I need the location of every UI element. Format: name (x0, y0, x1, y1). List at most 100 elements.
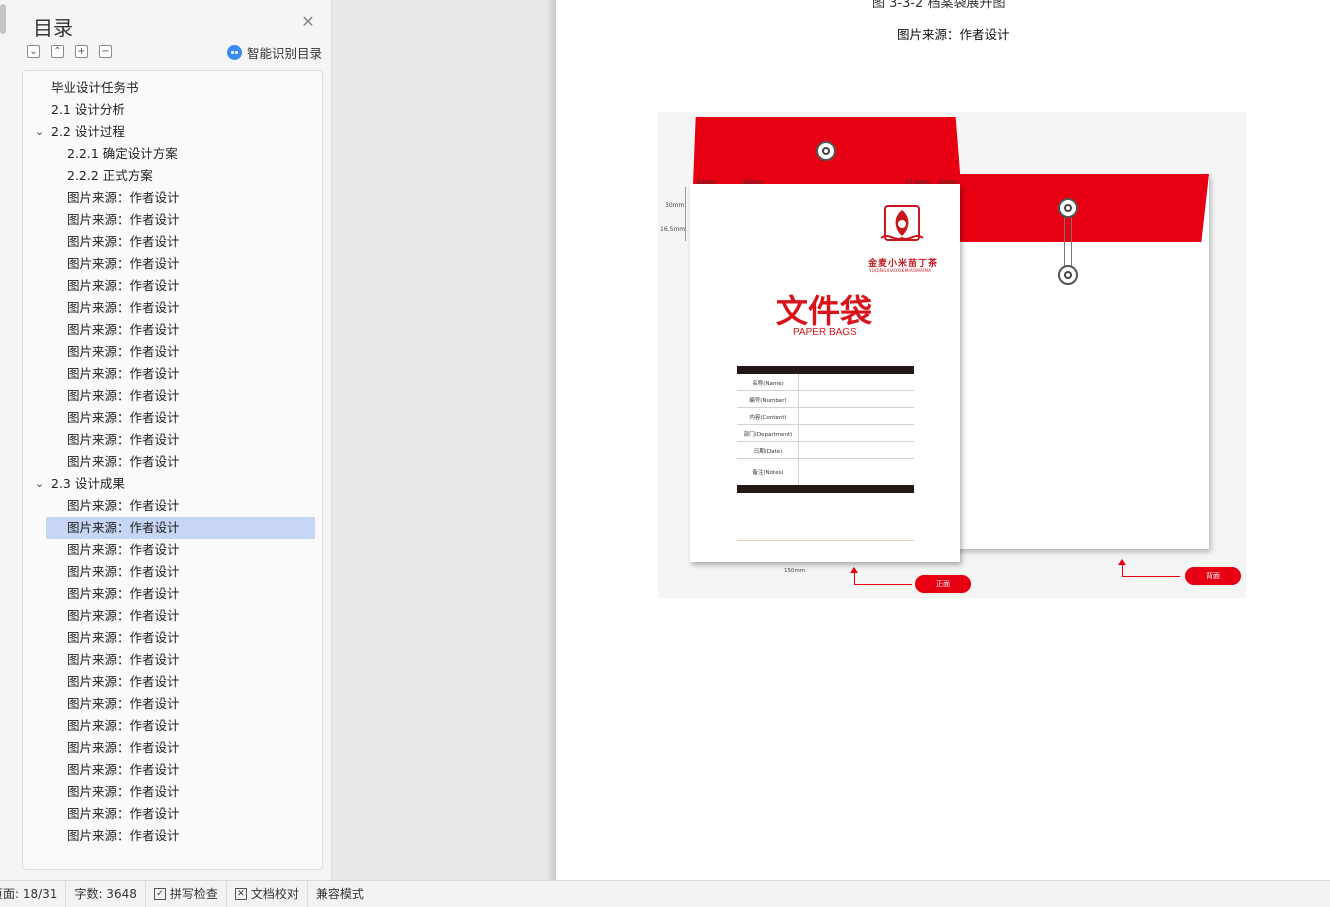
toc-item[interactable]: 图片来源：作者设计 (23, 407, 322, 429)
toc-item[interactable]: 图片来源：作者设计 (23, 429, 322, 451)
toc-item-label: 图片来源：作者设计 (67, 784, 180, 799)
expand-level-icon[interactable]: ⌃ (51, 45, 64, 58)
arrow-line (854, 584, 912, 585)
toc-item-label: 图片来源：作者设计 (67, 542, 180, 557)
form-row-label: 备注(Notes) (752, 470, 784, 476)
toc-item[interactable]: 图片来源：作者设计 (23, 297, 322, 319)
back-envelope (955, 174, 1209, 549)
envelope-form-table: 名称(Name) 编号(Number) 内容(Content) 部门(Departme… (737, 366, 914, 493)
side-dim-2: 16.5mm (660, 226, 686, 233)
front-flap: 20mm 40mm 37.5mm 20mm (693, 117, 961, 185)
toc-item[interactable]: 图片来源：作者设计 (23, 231, 322, 253)
form-separator (798, 374, 799, 390)
toc-item[interactable]: 图片来源：作者设计 (23, 803, 322, 825)
bag-title: 文件袋 (776, 292, 873, 330)
toc-item[interactable]: 图片来源：作者设计 (23, 341, 322, 363)
toc-item-label: 2.1 设计分析 (51, 102, 125, 117)
spell-check-label: 拼写检查 (169, 886, 218, 901)
toc-item[interactable]: 图片来源：作者设计 (23, 825, 322, 847)
chevron-down-icon[interactable]: ⌄ (35, 473, 44, 495)
toc-item-label: 2.2 设计过程 (51, 124, 125, 139)
page-indicator[interactable]: 页面: 18/31 (0, 880, 67, 907)
arrow-up-icon (850, 567, 858, 584)
toc-item[interactable]: 图片来源：作者设计 (23, 451, 322, 473)
toc-toolbar: ⌄ ⌃ + − (27, 45, 112, 58)
toc-item[interactable]: ⌄ 2.2 设计过程 (23, 121, 322, 143)
width-dim: 150mm (784, 568, 806, 574)
form-row: 内容(Content) (737, 408, 914, 425)
arrow-up-icon (1118, 559, 1126, 576)
document-gutter (333, 0, 556, 880)
toc-item[interactable]: 图片来源：作者设计 (23, 561, 322, 583)
toc-item[interactable]: 图片来源：作者设计 (23, 495, 322, 517)
toc-item-label: 图片来源：作者设计 (67, 388, 180, 403)
toc-item[interactable]: 图片来源：作者设计 (23, 363, 322, 385)
toc-item[interactable]: 图片来源：作者设计 (23, 187, 322, 209)
toc-item-label: 2.3 设计成果 (51, 476, 125, 491)
brand-pinyin: YUQINGXIAOXIEMIAOMAIMA (869, 268, 932, 273)
compat-mode-indicator[interactable]: 兼容模式 (308, 881, 372, 907)
toc-item[interactable]: 图片来源：作者设计 (23, 715, 322, 737)
toc-item[interactable]: 图片来源：作者设计 (46, 517, 315, 539)
proofread-button[interactable]: ✕ 文档校对 (227, 880, 308, 907)
toc-item[interactable]: 图片来源：作者设计 (23, 209, 322, 231)
toc-title: 目录 (33, 16, 73, 40)
form-row: 编号(Number) (737, 391, 914, 408)
toc-item[interactable]: 图片来源：作者设计 (23, 781, 322, 803)
toc-item[interactable]: 2.2.1 确定设计方案 (23, 143, 322, 165)
toc-item[interactable]: 图片来源：作者设计 (23, 605, 322, 627)
spell-check-button[interactable]: ✓ 拼写检查 (146, 880, 227, 907)
toc-item-label: 图片来源：作者设计 (67, 234, 180, 249)
toc-item-label: 图片来源：作者设计 (67, 762, 180, 777)
toc-item-label: 图片来源：作者设计 (67, 190, 180, 205)
toc-item[interactable]: 图片来源：作者设计 (23, 275, 322, 297)
add-heading-icon[interactable]: + (75, 45, 88, 58)
form-separator (798, 408, 799, 424)
toc-item[interactable]: ⌄ 2.3 设计成果 (23, 473, 322, 495)
toc-item-label: 图片来源：作者设计 (67, 256, 180, 271)
form-row-label: 日期(Date) (753, 449, 783, 455)
toc-item[interactable]: 图片来源：作者设计 (23, 583, 322, 605)
form-row: 备注(Notes) (737, 459, 914, 485)
toc-item[interactable]: 图片来源：作者设计 (23, 649, 322, 671)
toc-item-label: 图片来源：作者设计 (67, 740, 180, 755)
toc-item-label: 图片来源：作者设计 (67, 278, 180, 293)
close-icon[interactable]: ✕ (300, 14, 316, 30)
toc-item[interactable]: 图片来源：作者设计 (23, 539, 322, 561)
toc-item[interactable]: 图片来源：作者设计 (23, 671, 322, 693)
toc-item[interactable]: 图片来源：作者设计 (23, 759, 322, 781)
toc-item[interactable]: 毕业设计任务书 (23, 77, 322, 99)
remove-heading-icon[interactable]: − (99, 45, 112, 58)
toc-item-label: 图片来源：作者设计 (67, 652, 180, 667)
collapse-all-icon[interactable]: ⌄ (27, 45, 40, 58)
toc-item-label: 图片来源：作者设计 (67, 674, 180, 689)
smart-toc-button[interactable]: 智能识别目录 (227, 43, 322, 62)
toc-item-label: 图片来源：作者设计 (67, 344, 180, 359)
toc-item-label: 图片来源：作者设计 (67, 718, 180, 733)
form-rows: 名称(Name) 编号(Number) 内容(Content) 部门(Departme… (737, 374, 914, 485)
panel-scrollbar[interactable] (0, 4, 6, 34)
toc-item-label: 图片来源：作者设计 (67, 630, 180, 645)
toc-item[interactable]: 2.1 设计分析 (23, 99, 322, 121)
form-row-label: 部门(Department) (743, 432, 793, 438)
toc-item-label: 图片来源：作者设计 (67, 806, 180, 821)
toc-list-container[interactable]: 毕业设计任务书 2.1 设计分析 ⌄ 2.2 设计过程 2.2.1 确定设计方案 2.2.… (22, 70, 323, 870)
toc-panel: 目录 ✕ ⌄ ⌃ + − 智能识别目录 毕业设计任务书 2.1 设计分析 ⌄ 2.2 … (0, 0, 332, 880)
toc-item[interactable]: 2.2.2 正式方案 (23, 165, 322, 187)
document-page[interactable]: 图 3-3-2 档案袋展开图 图片来源：作者设计 20mm 40mm 37.5m… (556, 0, 1330, 880)
toc-item[interactable]: 图片来源：作者设计 (23, 627, 322, 649)
form-row: 日期(Date) (737, 442, 914, 459)
grommet-icon (1058, 198, 1078, 218)
toc-item[interactable]: 图片来源：作者设计 (23, 253, 322, 275)
chevron-down-icon[interactable]: ⌄ (35, 121, 44, 143)
toc-item[interactable]: 图片来源：作者设计 (23, 737, 322, 759)
word-count[interactable]: 字数: 3648 (66, 880, 146, 907)
toc-item-label: 图片来源：作者设计 (67, 828, 180, 843)
toc-item[interactable]: 图片来源：作者设计 (23, 385, 322, 407)
toc-item[interactable]: 图片来源：作者设计 (23, 319, 322, 341)
toc-item[interactable]: 图片来源：作者设计 (23, 693, 322, 715)
toc-list: 毕业设计任务书 2.1 设计分析 ⌄ 2.2 设计过程 2.2.1 确定设计方案 2.2.… (23, 77, 322, 847)
form-row-label: 名称(Name) (752, 381, 784, 387)
form-row: 部门(Department) (737, 425, 914, 442)
toc-item-label: 图片来源：作者设计 (67, 608, 180, 623)
